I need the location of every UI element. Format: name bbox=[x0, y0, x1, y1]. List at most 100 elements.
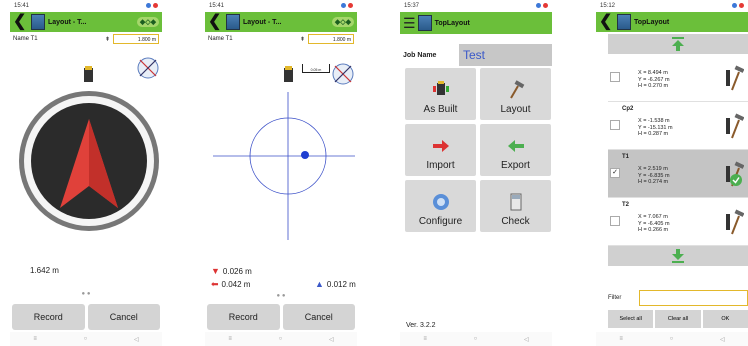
row-checkbox[interactable] bbox=[610, 216, 620, 226]
list-item[interactable]: X = 8.494 m Y = -6.267 m H = 0.270 m bbox=[608, 54, 748, 102]
back-triangle-icon[interactable]: ◁ bbox=[720, 336, 725, 343]
height-input[interactable]: 1.800 m bbox=[113, 34, 159, 44]
menu-icon[interactable]: ≡ bbox=[619, 336, 623, 342]
screen-main-menu: 15:37 ☰ TopLayout Job Name Test As Built… bbox=[400, 0, 552, 346]
clear-all-button[interactable]: Clear all bbox=[655, 310, 701, 328]
hamburger-menu-icon[interactable]: ☰ bbox=[403, 16, 416, 30]
point-name: Name T1 bbox=[13, 36, 38, 42]
list-item-selected[interactable]: ✓ T1 X = 2.519 m Y = -6.835 m H = 0.274 … bbox=[608, 150, 748, 198]
row-checkbox[interactable]: ✓ bbox=[610, 168, 620, 178]
list-item[interactable]: T2 X = 7.067 m Y = -6.405 m H = 0.266 m bbox=[608, 198, 748, 246]
gnss-status-icon[interactable]: ◆◇◆ bbox=[136, 17, 159, 27]
check-tile[interactable]: Check bbox=[480, 180, 551, 232]
crosshair-display bbox=[213, 63, 355, 240]
list-item[interactable]: Cp2 X = -1.538 m Y = -15.131 m H = 0.287… bbox=[608, 102, 748, 150]
menu-icon[interactable]: ≡ bbox=[423, 336, 427, 342]
screen-layout-arrow: 15:41 ❮ Layout - T... ◆◇◆ Name T1 ⇞ 1.80… bbox=[10, 0, 162, 346]
home-icon[interactable]: ○ bbox=[670, 336, 674, 342]
filter-input[interactable] bbox=[639, 290, 748, 306]
status-icons bbox=[534, 0, 548, 12]
point-name: T2 bbox=[622, 202, 630, 208]
back-triangle-icon[interactable]: ◁ bbox=[524, 336, 529, 343]
import-label: Import bbox=[426, 160, 455, 171]
as-built-tile[interactable]: As Built bbox=[405, 68, 476, 120]
prism-icon bbox=[84, 66, 93, 82]
system-nav-bar: ≡ ○ ◁ bbox=[400, 332, 552, 346]
select-all-button[interactable]: Select all bbox=[608, 310, 654, 328]
ok-button[interactable]: OK bbox=[702, 310, 748, 328]
menu-icon[interactable]: ≡ bbox=[33, 336, 37, 342]
app-logo-icon bbox=[31, 14, 45, 30]
cancel-button[interactable]: Cancel bbox=[282, 304, 355, 330]
cancel-button[interactable]: Cancel bbox=[87, 304, 160, 330]
status-time: 15:37 bbox=[404, 3, 420, 9]
layout-hammer-icon[interactable] bbox=[724, 64, 744, 92]
scroll-top-button[interactable] bbox=[608, 34, 748, 54]
app-bar: ❮ TopLayout bbox=[596, 12, 748, 32]
arrow-up-icon: ▲ bbox=[315, 279, 324, 289]
home-icon[interactable]: ○ bbox=[84, 336, 88, 342]
configure-label: Configure bbox=[418, 216, 463, 227]
point-coords: X = -1.538 m Y = -15.131 m H = 0.287 m bbox=[638, 118, 673, 137]
scroll-bottom-button[interactable] bbox=[608, 246, 748, 266]
arrow-display bbox=[19, 57, 159, 231]
back-icon[interactable]: ❮ bbox=[208, 12, 224, 32]
configure-globe-icon bbox=[432, 194, 449, 210]
back-triangle-icon[interactable]: ◁ bbox=[329, 336, 334, 343]
screen-layout-crosshair: 15:41 ❮ Layout - T... ◆◇◆ Name T1 ⇞ 1.80… bbox=[205, 0, 357, 346]
export-arrow-icon bbox=[507, 140, 524, 152]
status-bar: 15:41 bbox=[205, 0, 357, 12]
job-name-value[interactable]: Test bbox=[459, 44, 552, 66]
layout-hammer-icon[interactable] bbox=[724, 112, 744, 140]
back-triangle-icon[interactable]: ◁ bbox=[134, 336, 139, 343]
action-bar: Record Cancel bbox=[205, 304, 357, 330]
system-nav-bar: ≡ ○ ◁ bbox=[596, 332, 748, 346]
configure-tile[interactable]: Configure bbox=[405, 180, 476, 232]
status-time: 15:41 bbox=[209, 3, 225, 9]
back-icon[interactable]: ❮ bbox=[13, 12, 29, 32]
offset-left: ⬅ 0.042 m bbox=[211, 279, 251, 289]
arrow-to-top-icon bbox=[672, 37, 684, 51]
point-name: Cp2 bbox=[622, 106, 634, 112]
job-row: Job Name Test bbox=[400, 43, 552, 67]
action-bar: Record Cancel bbox=[10, 304, 162, 330]
point-name: T1 bbox=[622, 154, 630, 160]
prism-icon bbox=[284, 66, 293, 82]
app-title: Layout - T... bbox=[48, 18, 87, 26]
export-tile[interactable]: Export bbox=[480, 124, 551, 176]
record-button[interactable]: Record bbox=[207, 304, 280, 330]
menu-icon[interactable]: ≡ bbox=[228, 336, 232, 342]
row-checkbox[interactable] bbox=[610, 72, 620, 82]
import-arrow-icon bbox=[432, 140, 449, 152]
system-nav-bar: ≡ ○ ◁ bbox=[205, 332, 357, 346]
home-icon[interactable]: ○ bbox=[279, 336, 283, 342]
export-label: Export bbox=[501, 160, 530, 171]
gnss-status-icon[interactable]: ◆◇◆ bbox=[331, 17, 354, 27]
layout-hammer-icon[interactable] bbox=[724, 208, 744, 236]
back-icon[interactable]: ❮ bbox=[599, 12, 615, 32]
row-checkbox[interactable] bbox=[610, 120, 620, 130]
name-row: Name T1 ⇞ 1.800 m bbox=[10, 32, 162, 46]
app-logo-icon bbox=[617, 14, 631, 30]
check-label: Check bbox=[501, 216, 530, 227]
pole-height-icon: ⇞ bbox=[299, 36, 305, 43]
record-button[interactable]: Record bbox=[12, 304, 85, 330]
home-icon[interactable]: ○ bbox=[474, 336, 478, 342]
status-icons bbox=[730, 0, 744, 12]
status-bar: 15:37 bbox=[400, 0, 552, 12]
arrow-left-icon: ⬅ bbox=[211, 279, 219, 289]
page-indicator: ● ● bbox=[81, 291, 91, 297]
app-logo-icon bbox=[226, 14, 240, 30]
layout-tile[interactable]: Layout bbox=[480, 68, 551, 120]
layout-done-icon[interactable] bbox=[724, 160, 744, 188]
import-tile[interactable]: Import bbox=[405, 124, 476, 176]
position-dot bbox=[301, 151, 309, 159]
offset-down: ▼ 0.026 m bbox=[211, 266, 252, 276]
version-label: Ver. 3.2.2 bbox=[406, 322, 436, 329]
height-input[interactable]: 1.800 m bbox=[308, 34, 354, 44]
job-name-label: Job Name bbox=[403, 51, 437, 59]
offset-up: ▲ 0.012 m bbox=[315, 279, 356, 289]
status-icons bbox=[144, 0, 158, 12]
status-time: 15:41 bbox=[14, 3, 30, 9]
layout-label: Layout bbox=[500, 104, 531, 115]
